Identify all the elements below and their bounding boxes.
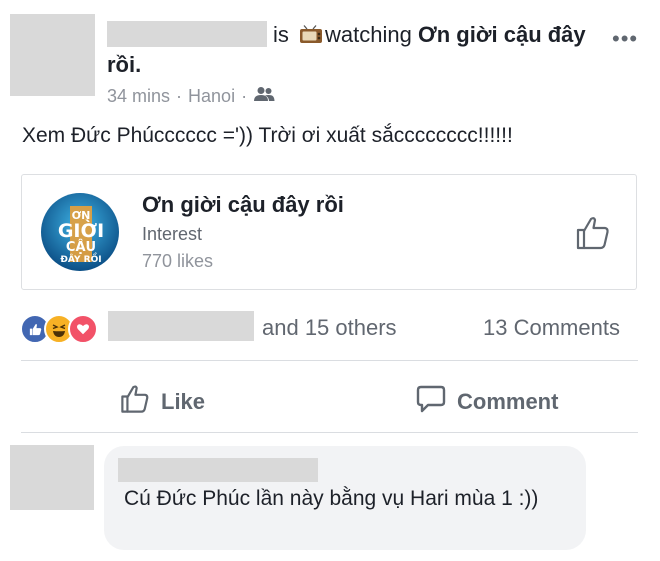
card-like-count: 770 likes bbox=[142, 251, 214, 271]
card-title[interactable]: Ơn giời cậu đây rồi bbox=[142, 192, 344, 218]
svg-text:CẬU: CẬU bbox=[66, 239, 96, 255]
like-label: Like bbox=[161, 389, 206, 414]
friends-icon[interactable] bbox=[253, 86, 275, 107]
divider bbox=[21, 432, 638, 433]
divider bbox=[21, 360, 638, 361]
comment-bubble-icon bbox=[415, 383, 447, 421]
post-header: is watching Ơn giời cậu đây rồi. bbox=[107, 20, 607, 80]
reaction-others-link[interactable]: and 15 others bbox=[262, 315, 397, 341]
tv-icon bbox=[299, 22, 323, 43]
post-location[interactable]: Hanoi bbox=[188, 86, 235, 107]
comments-count-link[interactable]: 13 Comments bbox=[483, 315, 620, 341]
commenter-avatar[interactable] bbox=[10, 445, 94, 510]
comment-button[interactable]: Comment bbox=[415, 383, 558, 421]
post-text: Xem Đức Phúcccccc =')) Trời ơi xuất sắcc… bbox=[22, 124, 513, 147]
comment-label: Comment bbox=[457, 389, 559, 414]
card-category: Interest bbox=[142, 224, 203, 244]
like-button[interactable]: Like bbox=[119, 383, 205, 421]
post-timestamp[interactable]: 34 mins bbox=[107, 86, 170, 107]
watching-label: watching bbox=[325, 22, 412, 47]
reactor-names-redacted[interactable] bbox=[108, 311, 254, 341]
meta-separator: · bbox=[176, 86, 183, 106]
show-logo[interactable]: ƠN GIỜI CẬU ĐÂY RỒI bbox=[40, 192, 120, 272]
love-reaction-icon bbox=[68, 314, 98, 344]
thumbs-up-icon[interactable] bbox=[574, 214, 612, 252]
svg-text:GIỜI: GIỜI bbox=[58, 218, 104, 242]
thumbs-up-icon bbox=[119, 383, 151, 421]
post-author-avatar[interactable] bbox=[10, 14, 95, 96]
comment-text: Cú Đức Phúc lần này bằng vụ Hari mùa 1 :… bbox=[124, 487, 539, 510]
post-meta: 34 mins · Hanoi · bbox=[107, 86, 275, 107]
commenter-name-redacted[interactable] bbox=[118, 458, 318, 482]
is-label: is bbox=[273, 22, 289, 47]
post-author-name-redacted[interactable] bbox=[107, 21, 267, 47]
more-options-button[interactable]: ••• bbox=[612, 26, 638, 52]
reaction-summary[interactable] bbox=[20, 314, 98, 344]
meta-separator: · bbox=[241, 86, 248, 106]
